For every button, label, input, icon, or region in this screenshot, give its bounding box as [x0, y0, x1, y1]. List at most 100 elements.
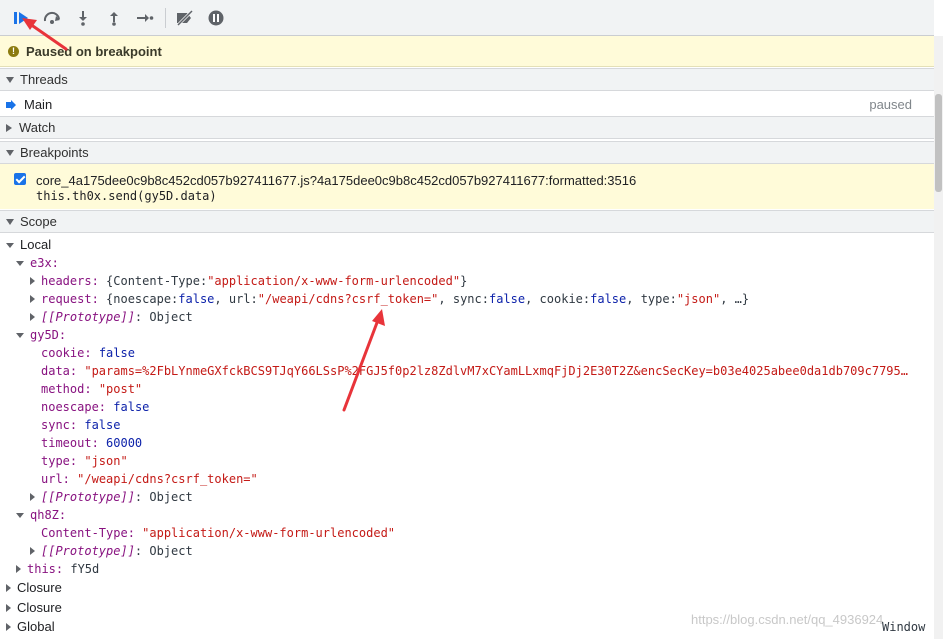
watch-title: Watch [19, 120, 56, 135]
threads-header[interactable]: Threads [0, 68, 934, 91]
prop-key: headers: [41, 274, 99, 288]
prop-value-keyword: false [84, 418, 121, 432]
prop-value: : Object [134, 544, 193, 558]
breakpoint-code: this.th0x.send(gy5D.data) [36, 189, 217, 203]
threads-title: Threads [20, 72, 68, 87]
prop-value: {noescape: [106, 292, 179, 306]
thread-main-status: paused [869, 97, 912, 112]
chevron-down-icon [6, 76, 14, 83]
watermark: https://blog.csdn.net/qq_4936924 [691, 612, 884, 627]
breakpoint-checkbox[interactable] [14, 173, 26, 185]
tree-leaf-data[interactable]: data: "params=%2FbLYnmeGXfckBCS9TJqY66LS… [41, 362, 908, 380]
pause-on-exceptions-icon[interactable] [203, 5, 229, 31]
chevron-right-icon [30, 493, 35, 501]
chevron-down-icon [16, 260, 24, 266]
tree-leaf-cookie[interactable]: cookie: false [41, 344, 135, 362]
prop-key: Content-Type: [41, 526, 135, 540]
chevron-right-icon [30, 277, 35, 285]
prop-value: , url: [214, 292, 258, 306]
prop-value-string: "application/x-www-form-urlencoded" [142, 526, 396, 540]
prop-key: [[Prototype]] [41, 490, 135, 504]
prop-value: } [460, 274, 468, 288]
chevron-right-icon [30, 295, 35, 303]
prop-value-keyword: false [113, 400, 150, 414]
prop-value-keyword: false [178, 292, 215, 306]
resume-icon[interactable] [8, 5, 34, 31]
prop-key: noescape: [41, 400, 107, 414]
deactivate-breakpoints-icon[interactable] [172, 5, 198, 31]
breakpoint-item[interactable]: core_4a175dee0c9b8c452cd057b927411677.js… [0, 164, 934, 209]
prop-key: sync: [41, 418, 78, 432]
chevron-right-icon [30, 313, 35, 321]
prop-value: : Object [134, 490, 193, 504]
scrollbar-thumb[interactable] [935, 94, 942, 192]
prop-key: this: [27, 562, 64, 576]
tree-leaf-url[interactable]: url: "/weapi/cdns?csrf_token=" [41, 470, 258, 488]
tree-leaf-timeout[interactable]: timeout: 60000 [41, 434, 142, 452]
chevron-down-icon [6, 242, 14, 248]
prop-key: [[Prototype]] [41, 544, 135, 558]
chevron-down-icon [6, 218, 14, 225]
chevron-down-icon [16, 332, 24, 338]
chevron-right-icon [6, 623, 11, 631]
step-icon[interactable] [132, 5, 158, 31]
prop-key: cookie: [41, 346, 92, 360]
prop-value: , type: [626, 292, 677, 306]
prop-value-keyword: false [590, 292, 627, 306]
prop-value-string: "/weapi/cdns?csrf_token=" [257, 292, 439, 306]
tree-leaf-noescape[interactable]: noescape: false [41, 398, 149, 416]
scope-title: Scope [20, 214, 57, 229]
step-over-icon[interactable] [39, 5, 65, 31]
tree-node-headers[interactable]: headers: {Content-Type: "application/x-w… [30, 272, 467, 290]
tree-node-qh8Z[interactable]: qh8Z: [16, 506, 66, 524]
var-name: gy5D: [30, 328, 67, 342]
prop-key: method: [41, 382, 92, 396]
tree-node-gy5D[interactable]: gy5D: [16, 326, 66, 344]
tree-node-prototype[interactable]: [[Prototype]]: Object [30, 308, 193, 326]
step-into-icon[interactable] [70, 5, 96, 31]
chevron-right-icon [6, 584, 11, 592]
prop-value: {Content-Type: [106, 274, 208, 288]
prop-key: request: [41, 292, 99, 306]
prop-key: url: [41, 472, 70, 486]
chevron-right-icon [30, 547, 35, 555]
prop-value: , sync: [438, 292, 489, 306]
scope-global[interactable]: Global [6, 618, 55, 636]
breakpoints-header[interactable]: Breakpoints [0, 141, 934, 164]
prop-key: data: [41, 364, 78, 378]
tree-leaf-sync[interactable]: sync: false [41, 416, 120, 434]
prop-value-string: "json" [676, 292, 721, 306]
paused-message-bar: ! Paused on breakpoint [0, 36, 934, 67]
tree-node-e3x[interactable]: e3x: [16, 254, 59, 272]
tree-node-request[interactable]: request: {noescape: false, url: "/weapi/… [30, 290, 749, 308]
tree-leaf-type[interactable]: type: "json" [41, 452, 128, 470]
thread-main[interactable]: Main paused [0, 94, 934, 115]
prop-value-number: 60000 [106, 436, 143, 450]
current-thread-arrow-icon [6, 99, 16, 110]
info-icon: ! [8, 45, 19, 57]
tree-node-prototype[interactable]: [[Prototype]]: Object [30, 488, 193, 506]
scope-closure[interactable]: Closure [6, 599, 62, 617]
step-out-icon[interactable] [101, 5, 127, 31]
prop-value-string: "/weapi/cdns?csrf_token=" [77, 472, 258, 486]
prop-value: , …} [720, 292, 750, 306]
watch-header[interactable]: Watch [0, 116, 934, 139]
chevron-right-icon [6, 604, 11, 612]
chevron-right-icon [16, 565, 21, 573]
paused-message: Paused on breakpoint [26, 43, 162, 59]
prop-value: , cookie: [525, 292, 591, 306]
prop-value-keyword: false [488, 292, 526, 306]
scope-local[interactable]: Local [6, 236, 51, 254]
scope-closure[interactable]: Closure [6, 579, 62, 597]
prop-value: fY5d [70, 562, 100, 576]
prop-key: timeout: [41, 436, 99, 450]
tree-leaf-content-type[interactable]: Content-Type: "application/x-www-form-ur… [41, 524, 395, 542]
scope-closure-label: Closure [17, 600, 62, 615]
scope-local-label: Local [20, 237, 52, 252]
scrollbar[interactable] [934, 36, 943, 639]
tree-node-prototype[interactable]: [[Prototype]]: Object [30, 542, 193, 560]
tree-node-this[interactable]: this: fY5d [16, 560, 99, 578]
breakpoint-location[interactable]: core_4a175dee0c9b8c452cd057b927411677.js… [36, 173, 636, 188]
tree-leaf-method[interactable]: method: "post" [41, 380, 142, 398]
scope-header[interactable]: Scope [0, 210, 934, 233]
